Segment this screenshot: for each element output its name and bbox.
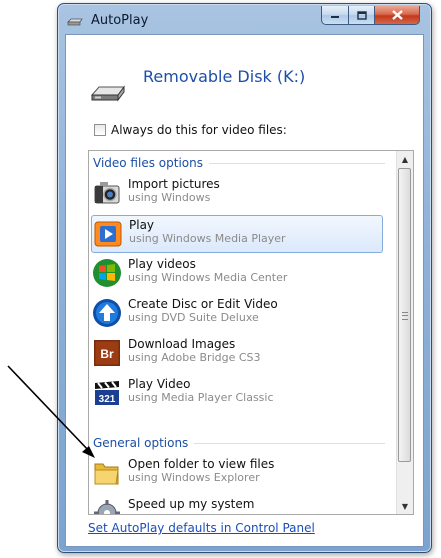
option-label: Play <box>129 218 155 232</box>
bridge-badge: Br <box>100 347 114 361</box>
option-import-pictures[interactable]: Import pictures using Windows <box>91 175 383 213</box>
adobe-bridge-icon: Br <box>94 340 120 366</box>
option-sublabel: using Adobe Bridge CS3 <box>128 351 261 364</box>
option-label: Create Disc or Edit Video <box>128 297 278 311</box>
minimize-icon <box>331 16 339 18</box>
windows-flag-icon <box>93 259 121 287</box>
option-sublabel: using Windows Media Center <box>128 271 288 284</box>
camera-icon <box>94 182 120 204</box>
list-scrollbar[interactable]: ▲ ▼ <box>396 151 413 514</box>
option-label: Play Video <box>128 377 191 391</box>
group-header-general-label: General options <box>93 436 189 450</box>
option-speed-up-system[interactable]: Speed up my system <box>91 495 383 514</box>
option-sublabel: using DVD Suite Deluxe <box>128 311 259 324</box>
mpc-badge: 321 <box>99 394 116 405</box>
option-play-video-mpc[interactable]: 321 Play Video using Media Player Classi… <box>91 375 383 413</box>
always-do-this-checkbox[interactable] <box>94 124 106 136</box>
scroll-down-button[interactable]: ▼ <box>397 498 413 514</box>
group-divider <box>208 162 385 164</box>
close-icon <box>391 10 403 20</box>
title-bar[interactable]: AutoPlay <box>58 4 431 36</box>
close-button[interactable] <box>374 6 420 25</box>
group-header-video-label: Video files options <box>93 156 203 170</box>
option-open-folder[interactable]: Open folder to view files using Windows … <box>91 455 383 493</box>
removable-drive-icon <box>90 85 125 102</box>
option-sublabel: using Media Player Classic <box>128 391 274 404</box>
folder-icon <box>94 463 119 485</box>
option-play-videos-media-center[interactable]: Play videos using Windows Media Center <box>91 255 383 293</box>
maximize-button[interactable] <box>348 6 375 25</box>
option-sublabel: using Windows Media Player <box>129 232 286 245</box>
option-play-media-player[interactable]: Play using Windows Media Player <box>91 215 383 253</box>
minimize-button[interactable] <box>321 6 349 25</box>
chevron-down-icon: ▼ <box>401 501 409 511</box>
group-header-general: General options <box>93 435 385 451</box>
option-label: Open folder to view files <box>128 457 275 471</box>
window-title: AutoPlay <box>91 13 149 28</box>
options-list[interactable]: Video files options Import pictures usin… <box>88 150 414 515</box>
option-download-images-bridge[interactable]: Br Download Images using Adobe Bridge CS… <box>91 335 383 373</box>
option-label: Download Images <box>128 337 236 351</box>
dvd-suite-icon <box>93 299 121 327</box>
autoplay-defaults-link[interactable]: Set AutoPlay defaults in Control Panel <box>88 521 315 535</box>
autoplay-drive-icon <box>67 18 83 26</box>
option-create-disc-dvd-suite[interactable]: Create Disc or Edit Video using DVD Suit… <box>91 295 383 333</box>
group-header-video: Video files options <box>93 155 385 171</box>
media-player-icon <box>94 221 122 247</box>
always-do-this-label: Always do this for video files: <box>111 123 287 137</box>
drive-title: Removable Disk (K:) <box>143 67 306 86</box>
autoplay-window: AutoPlay Removable Disk (K:) Always do t… <box>57 3 432 553</box>
option-label: Import pictures <box>128 177 220 191</box>
always-do-this-row[interactable]: Always do this for video files: <box>94 123 287 137</box>
option-label: Play videos <box>128 257 196 271</box>
gear-icon <box>94 500 120 514</box>
maximize-icon <box>356 10 367 20</box>
grip-icon <box>402 312 408 320</box>
media-player-classic-icon: 321 <box>95 381 119 405</box>
group-divider <box>194 442 385 444</box>
chevron-up-icon: ▲ <box>401 154 409 164</box>
option-label: Speed up my system <box>128 497 255 511</box>
option-sublabel: using Windows <box>128 191 211 204</box>
option-sublabel: using Windows Explorer <box>128 471 260 484</box>
scroll-up-button[interactable]: ▲ <box>397 151 413 167</box>
scroll-thumb[interactable] <box>398 168 411 462</box>
